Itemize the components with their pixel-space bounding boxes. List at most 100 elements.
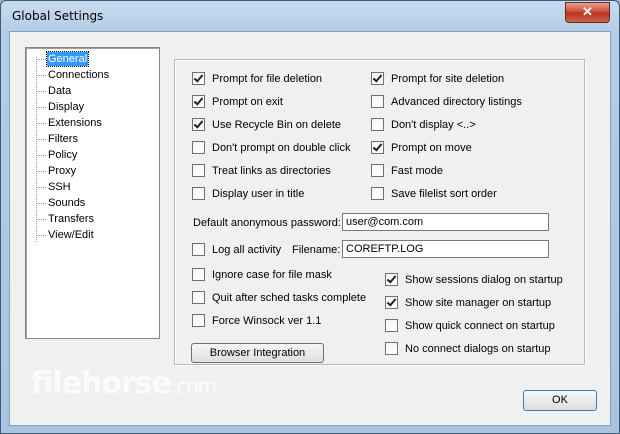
tree-item-label: Sounds (48, 197, 86, 209)
option-label: Save filelist sort order (391, 187, 497, 200)
tree-connector-line (36, 57, 37, 242)
option-label: Prompt on exit (212, 95, 283, 108)
unchecked-checkbox-icon (371, 95, 384, 108)
option-checkbox-force-winsock-ver-1-1[interactable]: Force Winsock ver 1.1 (192, 314, 321, 327)
tree-item-label: Transfers (48, 213, 95, 225)
tree-item-label: Display (48, 101, 85, 113)
watermark-suffix: .com (170, 374, 217, 398)
tree-branch-line (36, 203, 46, 204)
option-checkbox-display-user-in-title[interactable]: Display user in title (192, 187, 304, 200)
tree-item-label: Data (48, 85, 72, 97)
close-button[interactable]: ✕ (565, 2, 610, 23)
option-checkbox-save-filelist-sort-order[interactable]: Save filelist sort order (371, 187, 497, 200)
general-settings-panel: Prompt for file deletion Prompt on exit Us… (174, 59, 585, 365)
tree-branch-line (36, 123, 46, 124)
option-label: No connect dialogs on startup (405, 342, 551, 355)
checked-checkbox-icon (192, 72, 205, 85)
option-label: Quit after sched tasks complete (212, 291, 367, 304)
tree-item-label: View/Edit (48, 229, 94, 241)
unchecked-checkbox-icon (192, 187, 205, 200)
option-label: Show sessions dialog on startup (405, 273, 563, 286)
option-label: Prompt for site deletion (391, 72, 505, 85)
tree-item-label: Extensions (48, 117, 102, 129)
option-checkbox-don-t-prompt-on-double-click[interactable]: Don't prompt on double click (192, 141, 350, 154)
option-label: Show site manager on startup (405, 296, 552, 309)
ok-button[interactable]: OK (523, 390, 597, 411)
option-label: Force Winsock ver 1.1 (212, 314, 322, 327)
option-label: Use Recycle Bin on delete (212, 118, 342, 131)
filehorse-watermark-logo: filehorse.com (31, 366, 217, 401)
option-label: Don't prompt on double click (212, 141, 351, 154)
tree-branch-line (36, 155, 46, 156)
unchecked-checkbox-icon (192, 268, 205, 281)
tree-item-label: SSH (48, 181, 71, 193)
tree-item-label: Proxy (48, 165, 77, 177)
unchecked-checkbox-icon (385, 319, 398, 332)
tree-branch-line (36, 219, 46, 220)
unchecked-checkbox-icon (385, 342, 398, 355)
checked-checkbox-icon (192, 95, 205, 108)
anon-password-label: Default anonymous password: (193, 217, 341, 229)
title-bar[interactable]: Global Settings ✕ (1, 1, 619, 31)
anon-password-input[interactable]: user@com.com (342, 213, 549, 231)
option-label: Show quick connect on startup (405, 319, 555, 332)
option-checkbox-fast-mode[interactable]: Fast mode (371, 164, 443, 177)
tree-item-label: Policy (48, 149, 78, 161)
checked-checkbox-icon (385, 296, 398, 309)
tree-item-label: Filters (48, 133, 78, 145)
tree-item-label: Connections (48, 69, 110, 81)
tree-item-label: General (45, 51, 90, 67)
window-title: Global Settings (12, 9, 104, 23)
option-checkbox-don-t-display[interactable]: Don't display <..> (371, 118, 476, 131)
option-checkbox-show-site-manager-on-startup[interactable]: Show site manager on startup (385, 296, 551, 309)
filename-input[interactable]: COREFTP.LOG (342, 240, 549, 258)
tree-branch-line (36, 107, 46, 108)
checkbox-box (192, 243, 205, 256)
tree-branch-line (36, 235, 46, 236)
option-checkbox-prompt-for-file-deletion[interactable]: Prompt for file deletion (192, 72, 322, 85)
tree-branch-line (36, 91, 46, 92)
checked-checkbox-icon (385, 273, 398, 286)
checked-checkbox-icon (371, 72, 384, 85)
option-label: Ignore case for file mask (212, 268, 332, 281)
unchecked-checkbox-icon (192, 314, 205, 327)
unchecked-checkbox-icon (192, 141, 205, 154)
option-label: Advanced directory listings (391, 95, 522, 108)
option-checkbox-no-connect-dialogs-on-startup[interactable]: No connect dialogs on startup (385, 342, 551, 355)
option-checkbox-show-quick-connect-on-startup[interactable]: Show quick connect on startup (385, 319, 555, 332)
settings-tree[interactable]: General Connections Data Display Extensions F… (25, 47, 160, 339)
option-label: Don't display <..> (391, 118, 476, 131)
option-checkbox-show-sessions-dialog-on-startup[interactable]: Show sessions dialog on startup (385, 273, 563, 286)
unchecked-checkbox-icon (371, 164, 384, 177)
unchecked-checkbox-icon (192, 291, 205, 304)
option-checkbox-advanced-directory-listings[interactable]: Advanced directory listings (371, 95, 522, 108)
option-label: Treat links as directories (212, 164, 331, 177)
filename-label: Filename: (292, 244, 341, 256)
option-checkbox-prompt-on-move[interactable]: Prompt on move (371, 141, 472, 154)
unchecked-checkbox-icon (371, 187, 384, 200)
option-label: Prompt on move (391, 141, 472, 154)
tree-branch-line (36, 171, 46, 172)
global-settings-window: Global Settings ✕ General Connections Data… (0, 0, 620, 434)
option-label: Display user in title (212, 187, 305, 200)
unchecked-checkbox-icon (192, 164, 205, 177)
tree-branch-line (36, 75, 46, 76)
browser-integration-button[interactable]: Browser Integration (191, 343, 324, 363)
option-checkbox-treat-links-as-directories[interactable]: Treat links as directories (192, 164, 331, 177)
log-all-activity-label: Log all activity (212, 243, 282, 256)
option-checkbox-ignore-case-for-file-mask[interactable]: Ignore case for file mask (192, 268, 332, 281)
tree-branch-line (36, 139, 46, 140)
option-checkbox-prompt-on-exit[interactable]: Prompt on exit (192, 95, 283, 108)
close-icon: ✕ (582, 4, 593, 19)
tree-branch-line (36, 187, 46, 188)
option-checkbox-prompt-for-site-deletion[interactable]: Prompt for site deletion (371, 72, 504, 85)
unchecked-checkbox-icon (371, 118, 384, 131)
log-all-activity-checkbox[interactable]: Log all activity (192, 243, 281, 256)
option-label: Prompt for file deletion (212, 72, 323, 85)
option-checkbox-use-recycle-bin-on-delete[interactable]: Use Recycle Bin on delete (192, 118, 341, 131)
checked-checkbox-icon (371, 141, 384, 154)
watermark-name: filehorse (31, 366, 172, 401)
option-label: Fast mode (391, 164, 443, 177)
checked-checkbox-icon (192, 118, 205, 131)
option-checkbox-quit-after-sched-tasks-complete[interactable]: Quit after sched tasks complete (192, 291, 366, 304)
